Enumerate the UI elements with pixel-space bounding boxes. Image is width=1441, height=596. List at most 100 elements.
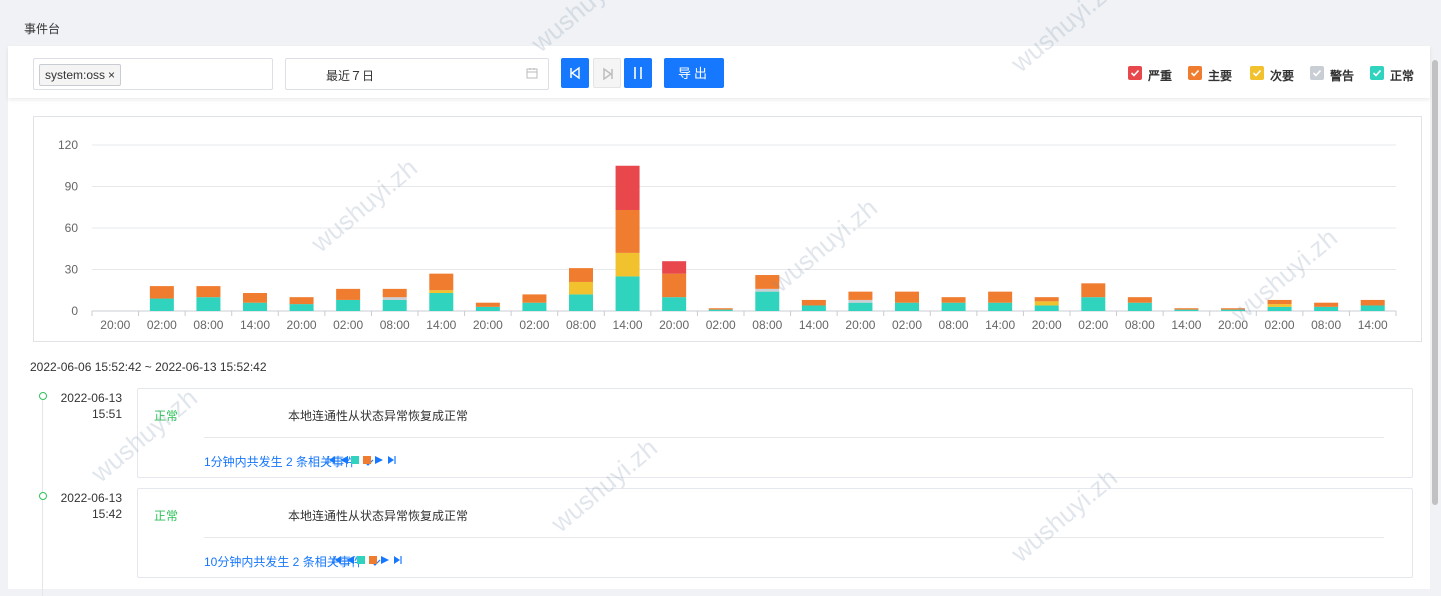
next-event-icon[interactable] (381, 556, 389, 564)
bar-segment (801, 305, 826, 311)
prev-event-icon[interactable] (340, 456, 348, 464)
bar-segment (382, 299, 407, 311)
skip-back-button[interactable] (561, 58, 589, 88)
x-tick-label: 08:00 (193, 318, 223, 332)
x-tick-label: 14:00 (426, 318, 456, 332)
bar-segment (1221, 308, 1245, 310)
event-marker-major[interactable] (369, 556, 377, 564)
next-event-icon[interactable] (375, 456, 383, 464)
x-tick-label: 14:00 (1358, 318, 1388, 332)
bar-segment (243, 302, 267, 311)
bar-segment (569, 294, 593, 311)
bar-segment (1360, 299, 1385, 306)
page-scrollbar[interactable] (1432, 60, 1438, 505)
y-tick-label: 120 (58, 138, 78, 152)
bar-segment (941, 302, 966, 311)
bar-segment (522, 302, 547, 311)
event-marker-normal[interactable] (357, 556, 365, 564)
prev-event-icon[interactable] (346, 556, 354, 564)
bar-segment (149, 298, 174, 311)
bar-segment (1174, 308, 1199, 310)
legend-label: 警告 (1330, 69, 1355, 83)
event-datetime: 2022-06-13 15:51 (42, 390, 122, 422)
event-message: 本地连通性从状态异常恢复成正常 (288, 409, 469, 423)
bar-segment (429, 290, 454, 294)
event-datetime: 2022-06-13 15:42 (42, 490, 122, 522)
x-tick-label: 02:00 (333, 318, 363, 332)
event-severity: 正常 (154, 509, 179, 523)
bar-segment (1034, 297, 1059, 302)
last-event-icon[interactable] (388, 456, 396, 464)
x-tick-label: 14:00 (799, 318, 829, 332)
event-marker-normal[interactable] (351, 456, 359, 464)
bar-segment (755, 275, 780, 289)
bar-segment (1081, 283, 1106, 298)
bar-segment (382, 288, 407, 298)
x-tick-label: 02:00 (519, 318, 549, 332)
x-tick-label: 02:00 (706, 318, 736, 332)
bar-segment (522, 294, 547, 303)
bar-segment (615, 210, 640, 253)
bar-segment (336, 299, 361, 311)
bar-segment (848, 299, 873, 303)
bar-segment (1034, 301, 1059, 306)
first-event-icon[interactable] (333, 556, 341, 564)
event-chart-svg: 0 30 60 90 120 20:00 02:00 08:00 14:00 20:00 02:00… (58, 138, 1397, 332)
pause-icon (634, 67, 642, 79)
bar-segment (196, 286, 221, 298)
bar-segment (662, 261, 687, 274)
checkbox-icon (1188, 66, 1202, 80)
bar-segment (1267, 299, 1292, 305)
event-card[interactable]: 正常 本地连通性从状态异常恢复成正常 10分钟内共发生 2 条相关事件 (137, 488, 1413, 578)
event-date: 2022-06-13 (60, 391, 122, 405)
event-time: 15:51 (91, 407, 122, 421)
x-tick-label: 14:00 (613, 318, 643, 332)
event-card[interactable]: 正常 本地连通性从状态异常恢复成正常 1分钟内共发生 2 条相关事件 (137, 388, 1413, 478)
x-tick-label: 20:00 (659, 318, 689, 332)
page-title: 事件台 (24, 22, 61, 36)
bar-segment (941, 297, 966, 303)
bar-segment (1267, 306, 1292, 311)
checkbox-icon (1370, 66, 1384, 80)
bar-segment (848, 302, 873, 311)
bar-segment (1034, 305, 1059, 311)
checkbox-icon (1128, 66, 1142, 80)
x-tick-label: 02:00 (1078, 318, 1108, 332)
bar-segment (755, 291, 780, 311)
bar-segment (149, 286, 174, 299)
bar-segment (615, 252, 640, 277)
tag-filter-input[interactable]: system:oss × (33, 58, 273, 90)
bar-segment (336, 288, 361, 300)
card-divider (204, 537, 1384, 538)
bar-segment (429, 293, 454, 311)
bar-segment (475, 306, 500, 311)
pause-button[interactable] (624, 58, 652, 88)
skip-forward-button[interactable] (593, 58, 621, 88)
x-tick-label: 02:00 (1265, 318, 1295, 332)
bar-segment (243, 293, 267, 303)
bar-segment (196, 297, 221, 311)
first-event-icon[interactable] (327, 456, 335, 464)
bar-segment (1360, 305, 1385, 311)
y-tick-label: 0 (71, 304, 78, 318)
event-nav-controls[interactable] (327, 455, 407, 465)
event-marker-major[interactable] (363, 456, 371, 464)
x-tick-label: 14:00 (1171, 318, 1201, 332)
bar-segment (1081, 297, 1106, 311)
tag-close-icon[interactable]: × (108, 68, 115, 82)
x-tick-label: 08:00 (380, 318, 410, 332)
bar-segment (429, 273, 454, 291)
event-nav-controls[interactable] (333, 555, 413, 565)
checkbox-icon (1250, 66, 1264, 80)
x-tick-label: 02:00 (892, 318, 922, 332)
export-button[interactable]: 导出 (664, 58, 724, 88)
x-tick-label: 02:00 (147, 318, 177, 332)
x-tick-label: 20:00 (1218, 318, 1248, 332)
card-divider (204, 437, 1384, 438)
checkbox-icon (1310, 66, 1324, 80)
bar-segment (289, 304, 314, 311)
last-event-icon[interactable] (394, 556, 402, 564)
x-tick-label: 20:00 (287, 318, 317, 332)
date-range-picker[interactable]: 最近７日 (285, 58, 549, 90)
bar-segment (848, 291, 873, 300)
